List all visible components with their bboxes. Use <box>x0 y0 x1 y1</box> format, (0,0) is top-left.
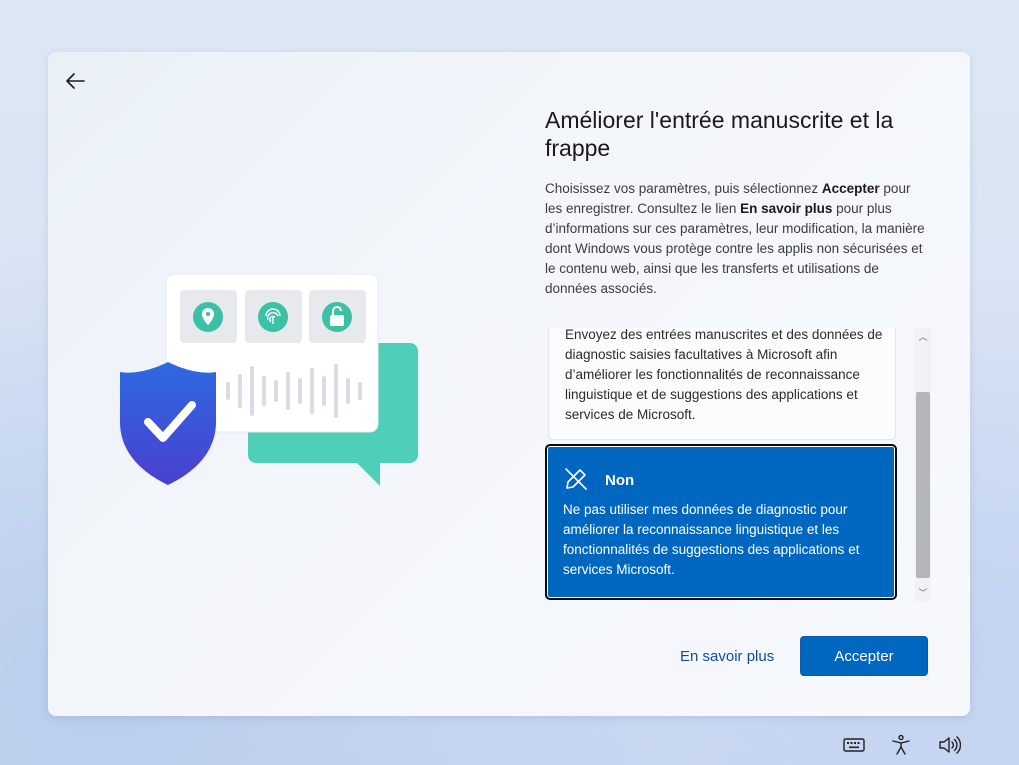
oobe-card: Améliorer l'entrée manuscrite et la frap… <box>48 52 970 716</box>
learn-more-link[interactable]: En savoir plus <box>680 648 774 665</box>
learn-more-keyword: En savoir plus <box>740 201 833 216</box>
fingerprint-icon <box>258 302 288 332</box>
accept-keyword: Accepter <box>821 181 880 196</box>
option-no-selected[interactable]: Non Ne pas utiliser mes données de diagn… <box>545 444 897 600</box>
scroll-up-icon[interactable]: ︿ <box>915 330 931 344</box>
location-pin-icon <box>193 302 223 332</box>
back-arrow-icon[interactable] <box>62 68 88 94</box>
page-title: Améliorer l'entrée manuscrite et la frap… <box>545 107 894 161</box>
unlock-icon <box>322 302 352 332</box>
pen-crossed-icon <box>565 468 587 490</box>
keyboard-icon[interactable] <box>842 733 866 757</box>
accept-button[interactable]: Accepter <box>800 636 928 676</box>
options-list[interactable]: Envoyez des entrées manuscrites et des d… <box>545 328 931 602</box>
options-scrollbar[interactable]: ︿ ﹀ <box>915 328 931 602</box>
option-no-text: Ne pas utiliser mes données de diagnosti… <box>563 502 860 577</box>
privacy-illustration <box>120 273 418 486</box>
volume-icon[interactable] <box>937 733 961 757</box>
option-no-title: Non <box>605 472 635 489</box>
scrollbar-thumb[interactable] <box>916 392 930 578</box>
scroll-down-icon[interactable]: ﹀ <box>915 586 931 600</box>
option-yes[interactable]: Envoyez des entrées manuscrites et des d… <box>548 328 896 440</box>
page-description: Choisissez vos paramètres, puis sélectio… <box>545 181 925 296</box>
shield-check-icon <box>120 362 216 485</box>
option-yes-text: Envoyez des entrées manuscrites et des d… <box>565 328 883 422</box>
accessibility-icon[interactable] <box>889 733 913 757</box>
